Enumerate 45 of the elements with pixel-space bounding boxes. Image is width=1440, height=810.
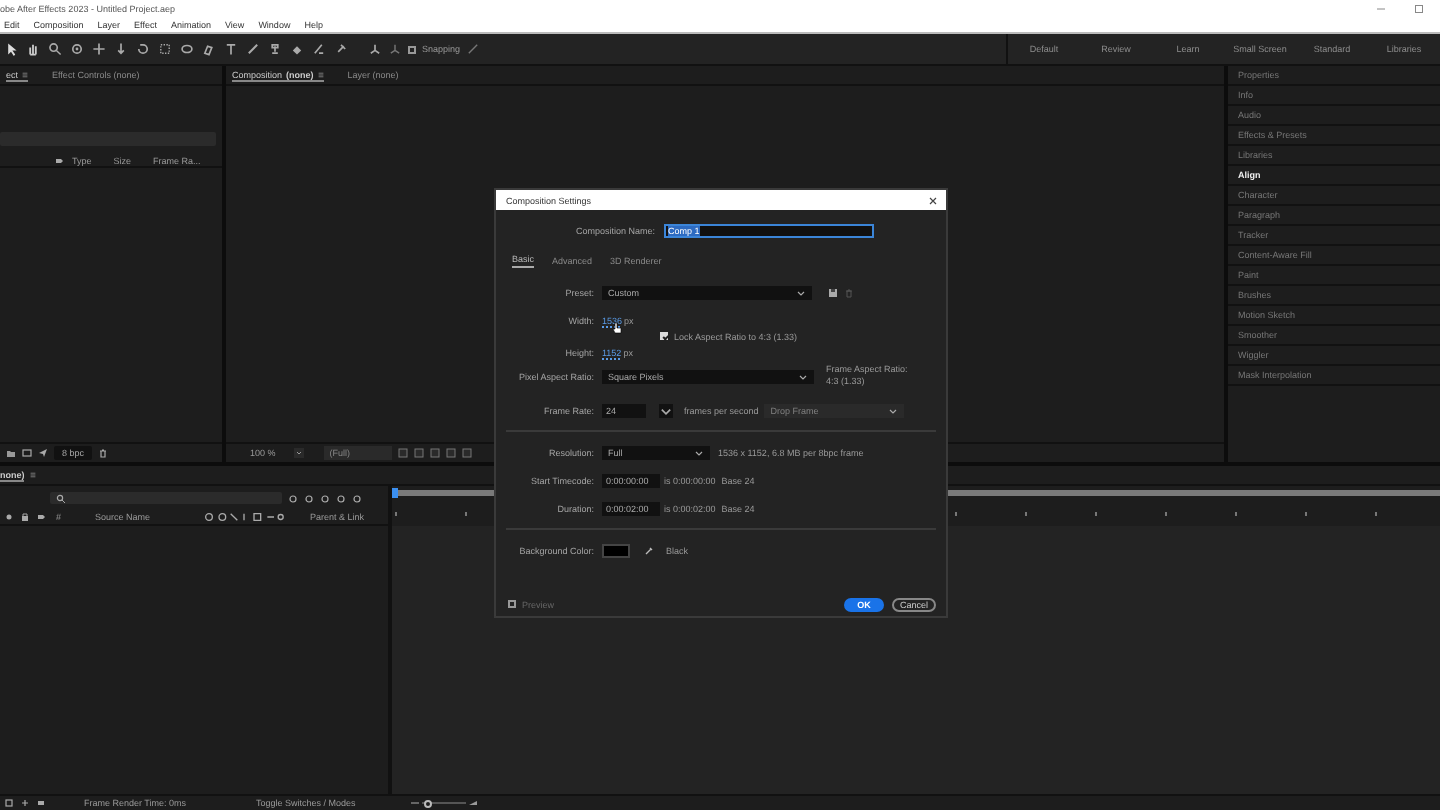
- label-icon[interactable]: [36, 512, 46, 522]
- save-icon[interactable]: [828, 287, 838, 297]
- search-icon[interactable]: [48, 42, 62, 56]
- menu-icon[interactable]: [22, 71, 29, 77]
- zoom-slider-thumb[interactable]: [424, 799, 433, 807]
- menu-icon[interactable]: [30, 472, 37, 478]
- down-arrow-icon[interactable]: [114, 42, 128, 56]
- hand-cursor-icon: [612, 322, 622, 334]
- trash-icon[interactable]: [98, 448, 109, 458]
- lock-aspect-checkbox[interactable]: [660, 332, 668, 340]
- eyedropper-icon[interactable]: [644, 545, 654, 555]
- axis-icon[interactable]: [388, 42, 402, 56]
- pointer-icon[interactable]: [4, 42, 18, 56]
- caret-icon: [888, 405, 899, 415]
- label-icon[interactable]: [54, 155, 64, 166]
- menu-icon[interactable]: [317, 71, 324, 77]
- color-swatch[interactable]: [602, 543, 630, 557]
- close-icon[interactable]: [928, 195, 938, 205]
- zoom-in-icon[interactable]: [467, 798, 478, 808]
- eye-icon[interactable]: [4, 512, 14, 522]
- lock-icon[interactable]: [20, 512, 30, 522]
- ellipse-icon[interactable]: [180, 42, 194, 56]
- maximize-icon[interactable]: [1414, 4, 1424, 14]
- search-icon: [56, 493, 66, 503]
- caret-icon: [694, 447, 704, 457]
- move-icon[interactable]: [92, 42, 106, 56]
- caret-icon: [796, 287, 806, 297]
- playhead-marker[interactable]: [392, 488, 398, 498]
- brush-icon[interactable]: [246, 42, 260, 56]
- snap-icon[interactable]: [466, 42, 481, 56]
- text-icon[interactable]: [224, 42, 238, 56]
- dropdown-icon[interactable]: [293, 448, 304, 458]
- composition-icon[interactable]: [22, 448, 32, 458]
- rotate-icon[interactable]: [136, 42, 150, 56]
- send-icon[interactable]: [38, 448, 48, 458]
- hand-icon[interactable]: [26, 42, 40, 56]
- caret-icon: [798, 371, 808, 381]
- axis-icon[interactable]: [368, 42, 382, 56]
- zoom-out-icon[interactable]: [409, 798, 420, 808]
- preview-checkbox[interactable]: [508, 600, 516, 608]
- folder-icon[interactable]: [6, 448, 16, 458]
- dashed-square-icon[interactable]: [158, 42, 172, 56]
- snapping-checkbox[interactable]: [408, 45, 416, 53]
- frame-rate-dropdown[interactable]: [658, 403, 674, 417]
- search-field[interactable]: [50, 492, 282, 504]
